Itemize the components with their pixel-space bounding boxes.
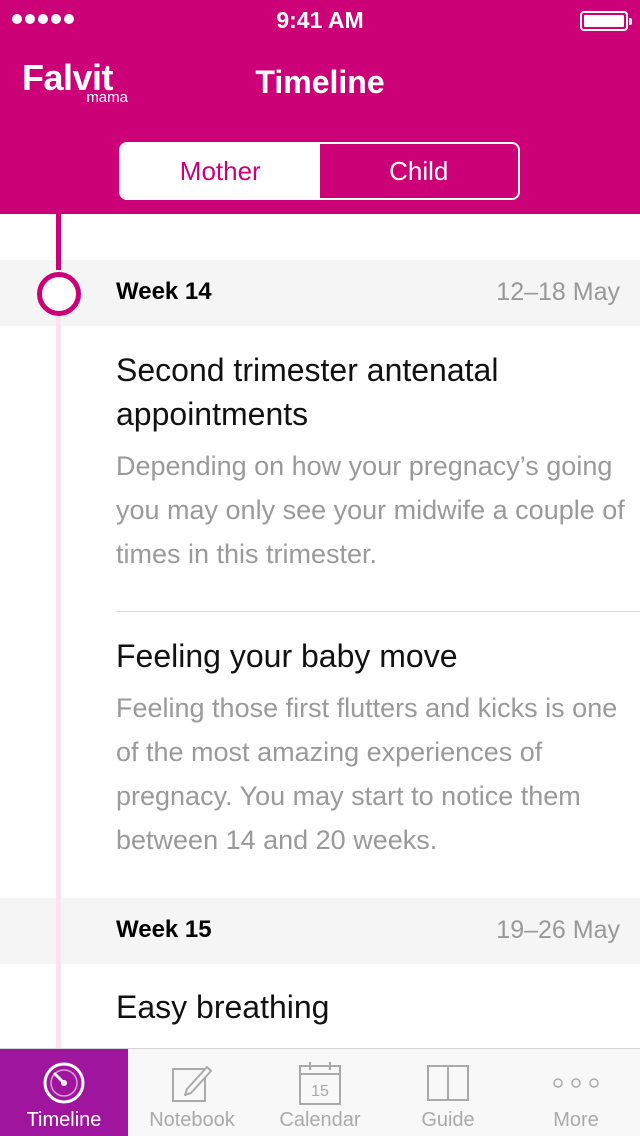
- segment-mother[interactable]: Mother: [121, 144, 320, 198]
- divider: [116, 611, 640, 612]
- tab-calendar[interactable]: 15 Calendar: [256, 1049, 384, 1136]
- article-title: Second trimester antenatal appointments: [116, 352, 499, 432]
- week-dates: 12–18 May: [496, 278, 620, 306]
- week-dates: 19–26 May: [496, 916, 620, 944]
- tab-bar: Timeline Notebook 15 Calendar Guide More: [0, 1048, 640, 1136]
- status-bar: 9:41 AM: [0, 0, 640, 40]
- tab-guide[interactable]: Guide: [384, 1049, 512, 1136]
- week-title: Week 15: [116, 916, 212, 943]
- timeline-article[interactable]: Second trimester antenatal appointments …: [116, 348, 626, 576]
- timeline-line: [56, 300, 61, 1048]
- week-header: Week 15 19–26 May: [0, 898, 640, 964]
- segment-child[interactable]: Child: [320, 144, 519, 198]
- book-icon: [384, 1059, 512, 1107]
- tab-timeline[interactable]: Timeline: [0, 1049, 128, 1136]
- week-header: Week 14 12–18 May: [0, 260, 640, 326]
- status-time: 9:41 AM: [276, 7, 364, 33]
- article-title: Easy breathing: [116, 989, 330, 1025]
- timeline-clock-icon: [0, 1059, 128, 1107]
- article-title: Feeling your baby move: [116, 638, 458, 674]
- article-body: Depending on how your pregnacy’s going y…: [116, 451, 625, 569]
- tab-notebook[interactable]: Notebook: [128, 1049, 256, 1136]
- calendar-icon: 15: [256, 1059, 384, 1107]
- timeline-current-week-node: [37, 272, 81, 316]
- tab-label: Notebook: [149, 1109, 235, 1131]
- page-title: Timeline: [255, 64, 385, 100]
- timeline-line-active: [56, 214, 61, 270]
- article-body: Feeling those first flutters and kicks i…: [116, 693, 618, 855]
- notebook-pencil-icon: [128, 1059, 256, 1107]
- tab-more[interactable]: More: [512, 1049, 640, 1136]
- mother-child-segmented-control: Mother Child: [119, 142, 520, 200]
- svg-text:15: 15: [311, 1083, 329, 1100]
- tab-label: Timeline: [26, 1109, 102, 1131]
- timeline-article[interactable]: Feeling your baby move Feeling those fir…: [116, 634, 626, 862]
- app-header: 9:41 AM Falvit mama Timeline Mother Chil…: [0, 0, 640, 214]
- tab-label: More: [553, 1109, 599, 1131]
- tab-label: Guide: [421, 1109, 475, 1131]
- timeline-article[interactable]: Easy breathing: [116, 985, 626, 1029]
- battery-icon: [580, 11, 632, 31]
- more-dots-icon: [512, 1059, 640, 1107]
- week-title: Week 14: [116, 278, 212, 305]
- tab-label: Calendar: [279, 1109, 361, 1131]
